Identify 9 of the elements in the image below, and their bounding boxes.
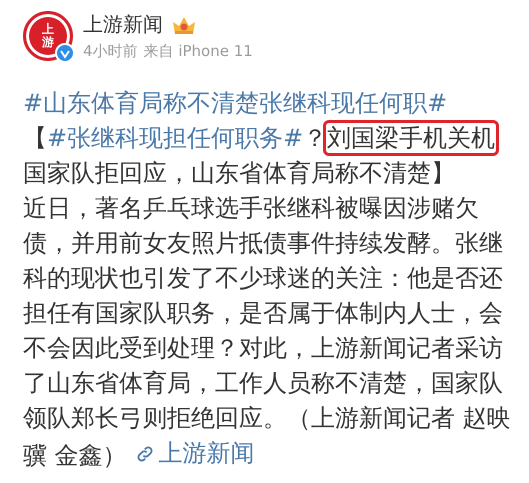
hashtag-link[interactable]: #张继科现担任何职务#: [47, 124, 304, 152]
post-body: 近日，著名乒乓球选手张继科被曝因涉赌欠债，并用前女友照片抵债事件持续发酵。张继科的现状也引发了不少球迷的关注：他是否还担任有国家队职务，是否属于体制内人士，会不会因此受到处理？对此，上游新闻记者采访了山东省体育局，工作人员称不清楚，国家队领队郑长弓则拒绝回应。（上游新闻记者 赵映骥 金鑫） 上游新闻: [23, 193, 512, 473]
hashtag-link[interactable]: #山东体育局称不清楚张继科现任何职#: [23, 89, 448, 117]
post-headline: #山东体育局称不清楚张继科现任何职# 【#张继科现担任何职务#？刘国梁手机关机 国家队拒回应，山东省体育局称不清楚】: [23, 86, 513, 191]
post-source: 来自 iPhone 11: [144, 42, 253, 61]
link-icon: [134, 444, 155, 464]
source-link[interactable]: 上游新闻: [134, 436, 255, 471]
post-time: 4小时前: [83, 42, 138, 61]
author-name[interactable]: 上游新闻: [83, 11, 163, 38]
